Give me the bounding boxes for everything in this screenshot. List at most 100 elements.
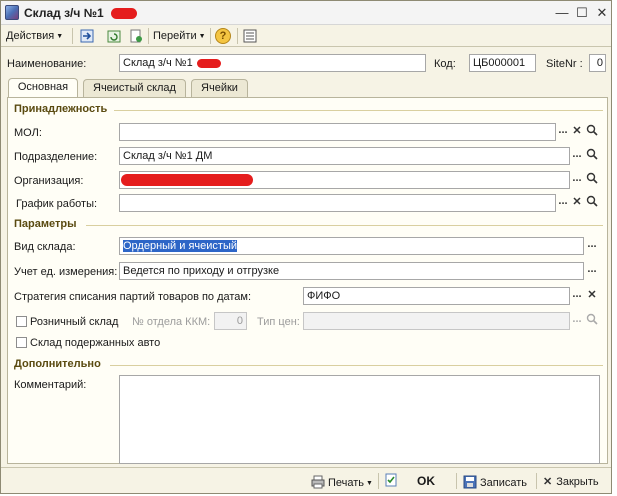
goto-menu[interactable]: Перейти ▼ (153, 28, 206, 44)
goto-menu-label: Перейти (153, 30, 197, 42)
code-label: Код: (434, 58, 456, 70)
ok-button[interactable] (384, 473, 401, 487)
toolbar: Действия ▼ Перейти ▼ ? (1, 25, 611, 47)
close-x-icon: ✕ (543, 476, 553, 488)
tab-cells[interactable]: Ячейки (191, 79, 248, 97)
document-window: Склад з/ч №1 — ☐ ✕ Действия ▼ Перейти ▼ ? (0, 0, 612, 494)
used-cars-checkbox[interactable]: Склад подержанных авто (16, 337, 160, 349)
toolbar-separator (210, 28, 211, 44)
copy-document-icon[interactable] (128, 28, 144, 44)
app-icon (5, 5, 19, 20)
division-label: Подразделение: (14, 151, 98, 163)
ellipsis-button[interactable]: ... (570, 172, 584, 188)
name-label: Наименование: (7, 58, 87, 70)
strategy-value: ФИФО (307, 290, 341, 302)
tab-cells-label: Ячейки (201, 82, 238, 94)
search-icon[interactable] (585, 195, 599, 211)
search-icon[interactable] (585, 313, 599, 329)
search-icon[interactable] (585, 124, 599, 140)
used-cars-checkbox-box[interactable] (16, 337, 27, 348)
print-label: Печать (328, 477, 365, 489)
search-icon[interactable] (585, 172, 599, 188)
ellipsis-button[interactable]: ... (570, 288, 584, 304)
code-field[interactable]: ЦБ000001 (469, 54, 536, 72)
clear-button[interactable]: ✕ (570, 196, 584, 212)
footer-bar: Печать ▼ OK Записать ✕ Закрыть (1, 467, 611, 493)
caret-down-icon: ▼ (366, 480, 373, 487)
toolbar-separator (148, 28, 149, 44)
comment-textarea[interactable] (119, 375, 600, 464)
sitenr-field[interactable]: 0 (589, 54, 606, 72)
ellipsis-button[interactable]: ... (570, 148, 584, 164)
redacted-mark (197, 59, 221, 68)
caret-down-icon: ▼ (198, 33, 206, 40)
ellipsis-button[interactable]: ... (585, 238, 599, 254)
price-type-field[interactable] (303, 312, 570, 330)
search-icon (586, 148, 598, 160)
sitenr-label: SiteNr : (546, 58, 583, 70)
close-label: Закрыть (556, 476, 599, 488)
title-bar: Склад з/ч №1 — ☐ ✕ (1, 1, 611, 25)
units-field[interactable]: Ведется по приходу и отгрузке (119, 262, 584, 280)
retail-checkbox-box[interactable] (16, 316, 27, 327)
close-window-button[interactable]: ✕ (594, 5, 610, 21)
ellipsis-button[interactable]: ... (570, 313, 584, 329)
kkm-field[interactable]: 0 (214, 312, 247, 330)
structure-icon[interactable] (242, 28, 258, 44)
help-icon[interactable]: ? (215, 28, 231, 44)
refresh-icon[interactable] (106, 28, 122, 44)
schedule-field[interactable] (119, 194, 556, 212)
footer-separator (456, 473, 457, 489)
code-value: ЦБ000001 (473, 57, 526, 69)
schedule-label: График работы: (16, 198, 98, 210)
search-icon (586, 124, 598, 136)
ok-button-label[interactable]: OK (417, 474, 435, 488)
retail-checkbox[interactable]: Розничный склад (16, 316, 118, 328)
close-button[interactable]: ✕ Закрыть (543, 475, 599, 488)
printer-icon (311, 475, 325, 489)
actions-menu[interactable]: Действия ▼ (6, 28, 63, 44)
ellipsis-button[interactable]: ... (585, 263, 599, 279)
document-check-icon (385, 473, 397, 487)
mol-label: МОЛ: (14, 127, 42, 139)
clear-button[interactable]: ✕ (570, 125, 584, 141)
search-icon (586, 172, 598, 184)
footer-separator (378, 473, 379, 489)
search-icon (586, 195, 598, 207)
window-title: Склад з/ч №1 (24, 6, 104, 20)
name-value: Склад з/ч №1 (123, 57, 193, 69)
ellipsis-button[interactable]: ... (556, 124, 570, 140)
print-menu[interactable]: Печать ▼ (311, 475, 373, 489)
units-label: Учет ед. измерения: (14, 266, 118, 278)
kkm-label: № отдела ККМ: (132, 316, 211, 328)
warehouse-type-field[interactable]: Ордерный и ячеистый (119, 237, 584, 255)
retail-label: Розничный склад (30, 316, 119, 328)
division-field[interactable]: Склад з/ч №1 ДМ (119, 147, 570, 165)
minimize-button[interactable]: — (554, 5, 570, 21)
search-icon[interactable] (585, 148, 599, 164)
name-field[interactable]: Склад з/ч №1 (119, 54, 426, 72)
maximize-button[interactable]: ☐ (574, 5, 590, 21)
clear-button[interactable]: ✕ (585, 289, 599, 305)
tab-cell-warehouse-label: Ячеистый склад (93, 82, 176, 94)
tab-cell-warehouse[interactable]: Ячеистый склад (83, 79, 186, 97)
move-to-list-icon[interactable] (79, 28, 95, 44)
tab-main[interactable]: Основная (8, 78, 78, 98)
units-value: Ведется по приходу и отгрузке (123, 265, 280, 277)
strategy-label: Стратегия списания партий товаров по дат… (14, 291, 252, 303)
tab-main-label: Основная (17, 81, 69, 93)
ellipsis-button[interactable]: ... (556, 195, 570, 211)
organization-label: Организация: (14, 175, 84, 187)
actions-menu-label: Действия (6, 30, 55, 42)
comment-label: Комментарий: (14, 379, 87, 391)
save-disk-icon (463, 475, 477, 489)
strategy-field[interactable]: ФИФО (303, 287, 570, 305)
section-belonging: Принадлежность (14, 103, 108, 115)
save-button[interactable]: Записать (463, 475, 527, 489)
save-label: Записать (480, 477, 528, 489)
toolbar-separator (237, 28, 238, 44)
used-cars-label: Склад подержанных авто (30, 337, 161, 349)
mol-field[interactable] (119, 123, 556, 141)
section-additional: Дополнительно (14, 358, 101, 370)
toolbar-separator (72, 28, 73, 44)
